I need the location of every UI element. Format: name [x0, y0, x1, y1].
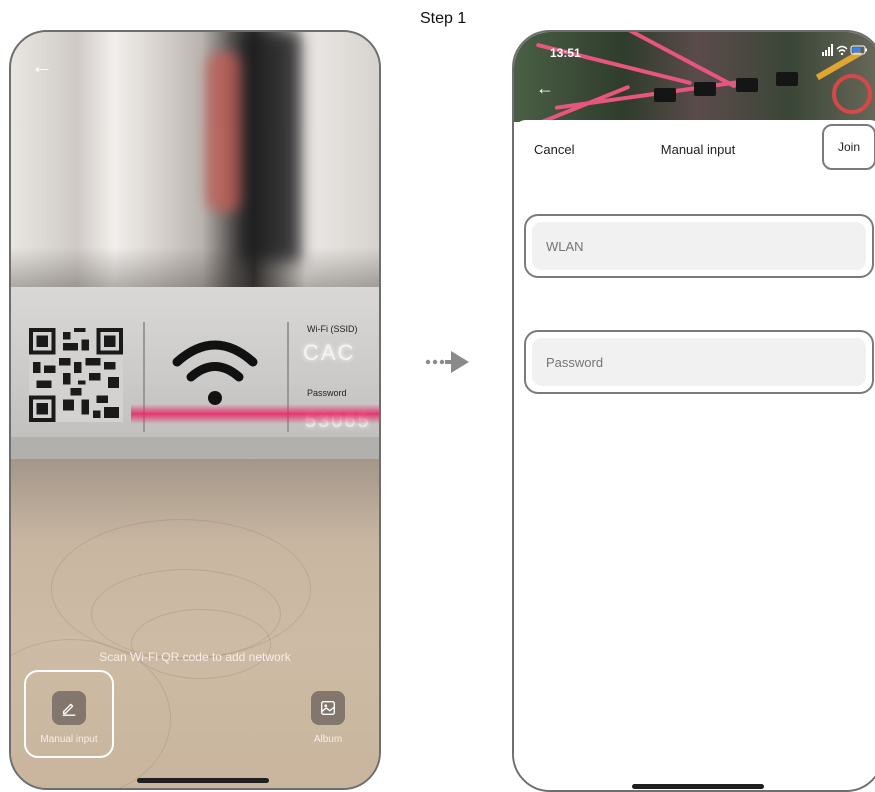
- wlan-input[interactable]: [546, 238, 866, 254]
- password-field-highlight: [524, 330, 874, 394]
- password-field[interactable]: [532, 338, 866, 386]
- back-arrow-icon[interactable]: ←: [536, 78, 554, 99]
- ssid-value: CAC: [303, 340, 356, 365]
- status-icons: [822, 44, 868, 59]
- join-button[interactable]: Join: [838, 140, 860, 154]
- status-time: 13:51: [550, 46, 581, 60]
- manual-input-button[interactable]: [52, 691, 86, 725]
- tutorial-page: Step 1 ← Wi-Fi (SSID) CAC Password Scan …: [0, 0, 875, 792]
- manual-input-sheet: Cancel Manual input Join: [514, 120, 875, 790]
- join-highlight: Join: [822, 124, 875, 170]
- wlan-field[interactable]: [532, 222, 866, 270]
- back-arrow-icon[interactable]: ←: [31, 54, 55, 78]
- home-indicator: [137, 778, 269, 783]
- pencil-icon: [62, 703, 76, 716]
- wlan-field-highlight: [524, 214, 874, 278]
- flow-arrow-icon: [425, 350, 473, 374]
- photo-header: 13:51 ←: [514, 32, 875, 122]
- password-label: Password: [307, 388, 347, 398]
- qr-code-icon: [26, 328, 126, 422]
- album-label: Album: [313, 734, 343, 745]
- scan-hint: Scan Wi-Fi QR code to add network: [99, 650, 291, 664]
- wifi-icon: [171, 332, 259, 412]
- manual-input-label: Manual input: [40, 734, 98, 745]
- camera-view: [11, 32, 379, 287]
- home-indicator: [632, 784, 764, 789]
- signal-wifi-battery-icon: [822, 44, 867, 56]
- password-input[interactable]: [546, 354, 866, 370]
- manual-input-phone: 13:51 ← Cancel Manual input Join: [512, 30, 875, 792]
- sheet-title: Manual input: [660, 142, 736, 157]
- step-title: Step 1: [420, 10, 467, 27]
- image-icon: [321, 701, 335, 715]
- ssid-label: Wi-Fi (SSID): [307, 324, 358, 334]
- scan-line: [131, 404, 379, 424]
- album-button[interactable]: [311, 691, 345, 725]
- scanner-phone: ← Wi-Fi (SSID) CAC Password Scan Wi-Fi Q…: [9, 30, 381, 790]
